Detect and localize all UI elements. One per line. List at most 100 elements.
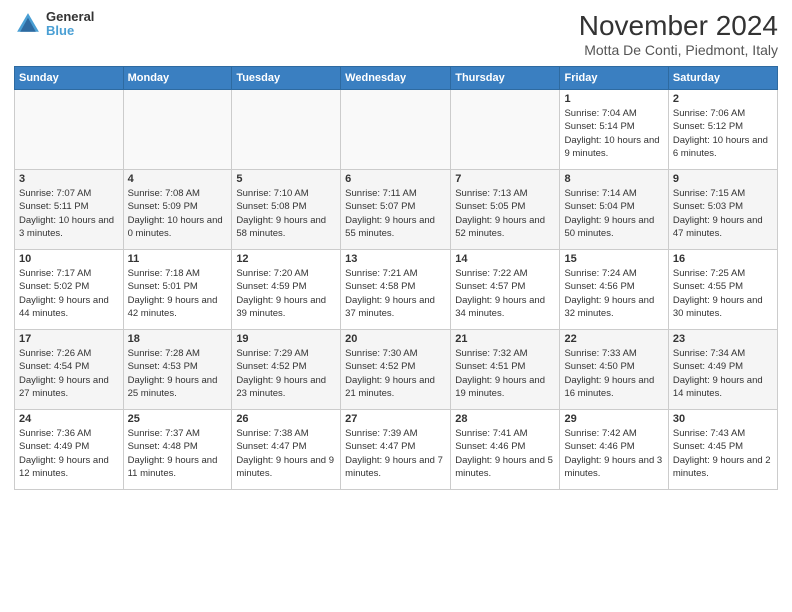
day-info: Sunrise: 7:26 AM Sunset: 4:54 PM Dayligh…: [19, 347, 119, 400]
day-info: Sunrise: 7:14 AM Sunset: 5:04 PM Dayligh…: [564, 187, 663, 240]
day-info: Sunrise: 7:38 AM Sunset: 4:47 PM Dayligh…: [236, 427, 336, 480]
day-number: 23: [673, 333, 773, 345]
calendar-day-cell: 3Sunrise: 7:07 AM Sunset: 5:11 PM Daylig…: [15, 170, 124, 250]
calendar-day-cell: 26 Sunrise: 7:38 AM Sunset: 4:47 PM Dayli…: [232, 410, 341, 490]
day-info: Sunrise: 7:32 AM Sunset: 4:51 PM Dayligh…: [455, 347, 555, 400]
day-info: Sunrise: 7:36 AM Sunset: 4:49 PM Dayligh…: [19, 427, 119, 480]
weekday-header: Saturday: [668, 67, 777, 90]
day-number: 16: [673, 253, 773, 265]
weekday-header: Friday: [560, 67, 668, 90]
day-info: Sunrise: 7:37 AM Sunset: 4:48 PM Dayligh…: [128, 427, 228, 480]
calendar-day-cell: 2 Sunrise: 7:06 AM Sunset: 5:12 PM Daylig…: [668, 90, 777, 170]
day-info: Sunrise: 7:20 AM Sunset: 4:59 PM Dayligh…: [236, 267, 336, 320]
day-number: 29: [564, 413, 663, 425]
day-number: 1: [564, 93, 663, 105]
title-block: November 2024 Motta De Conti, Piedmont, …: [579, 10, 778, 58]
calendar-header: SundayMondayTuesdayWednesdayThursdayFrid…: [15, 67, 778, 90]
calendar-day-cell: 8 Sunrise: 7:14 AM Sunset: 5:04 PM Daylig…: [560, 170, 668, 250]
calendar-day-cell: 22Sunrise: 7:33 AM Sunset: 4:50 PM Dayli…: [560, 330, 668, 410]
calendar-day-cell: 1Sunrise: 7:04 AM Sunset: 5:14 PM Daylig…: [560, 90, 668, 170]
day-number: 4: [128, 173, 228, 185]
day-info: Sunrise: 7:08 AM Sunset: 5:09 PM Dayligh…: [128, 187, 228, 240]
calendar-day-cell: [123, 90, 232, 170]
calendar-day-cell: 7 Sunrise: 7:13 AM Sunset: 5:05 PM Daylig…: [451, 170, 560, 250]
day-number: 14: [455, 253, 555, 265]
day-number: 22: [564, 333, 663, 345]
weekday-header: Sunday: [15, 67, 124, 90]
day-number: 3: [19, 173, 119, 185]
calendar-day-cell: 6Sunrise: 7:11 AM Sunset: 5:07 PM Daylig…: [341, 170, 451, 250]
calendar-day-cell: [451, 90, 560, 170]
day-number: 27: [345, 413, 446, 425]
day-info: Sunrise: 7:10 AM Sunset: 5:08 PM Dayligh…: [236, 187, 336, 240]
calendar-day-cell: 12Sunrise: 7:20 AM Sunset: 4:59 PM Dayli…: [232, 250, 341, 330]
calendar-day-cell: 11 Sunrise: 7:18 AM Sunset: 5:01 PM Dayli…: [123, 250, 232, 330]
calendar-week-row: 24 Sunrise: 7:36 AM Sunset: 4:49 PM Dayli…: [15, 410, 778, 490]
logo-line1: General: [46, 10, 94, 24]
calendar-table: SundayMondayTuesdayWednesdayThursdayFrid…: [14, 66, 778, 490]
day-info: Sunrise: 7:28 AM Sunset: 4:53 PM Dayligh…: [128, 347, 228, 400]
calendar-day-cell: [232, 90, 341, 170]
logo-line2: Blue: [46, 24, 94, 38]
day-info: Sunrise: 7:17 AM Sunset: 5:02 PM Dayligh…: [19, 267, 119, 320]
weekday-header: Monday: [123, 67, 232, 90]
day-number: 20: [345, 333, 446, 345]
calendar-week-row: 10Sunrise: 7:17 AM Sunset: 5:02 PM Dayli…: [15, 250, 778, 330]
calendar-day-cell: 21Sunrise: 7:32 AM Sunset: 4:51 PM Dayli…: [451, 330, 560, 410]
calendar-day-cell: 29 Sunrise: 7:42 AM Sunset: 4:46 PM Dayli…: [560, 410, 668, 490]
calendar-week-row: 3Sunrise: 7:07 AM Sunset: 5:11 PM Daylig…: [15, 170, 778, 250]
day-info: Sunrise: 7:25 AM Sunset: 4:55 PM Dayligh…: [673, 267, 773, 320]
calendar-day-cell: [341, 90, 451, 170]
page: General Blue November 2024 Motta De Cont…: [0, 0, 792, 612]
logo-text: General Blue: [46, 10, 94, 39]
day-number: 28: [455, 413, 555, 425]
calendar-day-cell: 30 Sunrise: 7:43 AM Sunset: 4:45 PM Dayli…: [668, 410, 777, 490]
calendar-day-cell: 25 Sunrise: 7:37 AM Sunset: 4:48 PM Dayli…: [123, 410, 232, 490]
day-number: 30: [673, 413, 773, 425]
day-info: Sunrise: 7:41 AM Sunset: 4:46 PM Dayligh…: [455, 427, 555, 480]
day-number: 8: [564, 173, 663, 185]
weekday-row: SundayMondayTuesdayWednesdayThursdayFrid…: [15, 67, 778, 90]
day-info: Sunrise: 7:21 AM Sunset: 4:58 PM Dayligh…: [345, 267, 446, 320]
day-info: Sunrise: 7:29 AM Sunset: 4:52 PM Dayligh…: [236, 347, 336, 400]
day-number: 18: [128, 333, 228, 345]
calendar-day-cell: [15, 90, 124, 170]
day-info: Sunrise: 7:06 AM Sunset: 5:12 PM Dayligh…: [673, 107, 773, 160]
calendar-title: November 2024: [579, 10, 778, 42]
calendar-day-cell: 16 Sunrise: 7:25 AM Sunset: 4:55 PM Dayli…: [668, 250, 777, 330]
day-number: 15: [564, 253, 663, 265]
calendar-day-cell: 28 Sunrise: 7:41 AM Sunset: 4:46 PM Dayli…: [451, 410, 560, 490]
day-number: 7: [455, 173, 555, 185]
day-info: Sunrise: 7:42 AM Sunset: 4:46 PM Dayligh…: [564, 427, 663, 480]
day-number: 13: [345, 253, 446, 265]
calendar-day-cell: 15 Sunrise: 7:24 AM Sunset: 4:56 PM Dayli…: [560, 250, 668, 330]
calendar-day-cell: 4 Sunrise: 7:08 AM Sunset: 5:09 PM Daylig…: [123, 170, 232, 250]
day-number: 5: [236, 173, 336, 185]
day-number: 26: [236, 413, 336, 425]
day-info: Sunrise: 7:13 AM Sunset: 5:05 PM Dayligh…: [455, 187, 555, 240]
calendar-week-row: 17Sunrise: 7:26 AM Sunset: 4:54 PM Dayli…: [15, 330, 778, 410]
day-number: 11: [128, 253, 228, 265]
calendar-day-cell: 19Sunrise: 7:29 AM Sunset: 4:52 PM Dayli…: [232, 330, 341, 410]
day-number: 24: [19, 413, 119, 425]
day-info: Sunrise: 7:15 AM Sunset: 5:03 PM Dayligh…: [673, 187, 773, 240]
weekday-header: Thursday: [451, 67, 560, 90]
day-info: Sunrise: 7:18 AM Sunset: 5:01 PM Dayligh…: [128, 267, 228, 320]
calendar-subtitle: Motta De Conti, Piedmont, Italy: [579, 42, 778, 58]
calendar-day-cell: 27 Sunrise: 7:39 AM Sunset: 4:47 PM Dayli…: [341, 410, 451, 490]
day-info: Sunrise: 7:39 AM Sunset: 4:47 PM Dayligh…: [345, 427, 446, 480]
weekday-header: Tuesday: [232, 67, 341, 90]
calendar-day-cell: 18 Sunrise: 7:28 AM Sunset: 4:53 PM Dayli…: [123, 330, 232, 410]
calendar-day-cell: 23Sunrise: 7:34 AM Sunset: 4:49 PM Dayli…: [668, 330, 777, 410]
logo-icon: [14, 10, 42, 38]
day-number: 25: [128, 413, 228, 425]
day-info: Sunrise: 7:43 AM Sunset: 4:45 PM Dayligh…: [673, 427, 773, 480]
calendar-day-cell: 9 Sunrise: 7:15 AM Sunset: 5:03 PM Daylig…: [668, 170, 777, 250]
calendar-body: 1Sunrise: 7:04 AM Sunset: 5:14 PM Daylig…: [15, 90, 778, 490]
day-number: 2: [673, 93, 773, 105]
calendar-day-cell: 13 Sunrise: 7:21 AM Sunset: 4:58 PM Dayli…: [341, 250, 451, 330]
day-number: 9: [673, 173, 773, 185]
day-info: Sunrise: 7:24 AM Sunset: 4:56 PM Dayligh…: [564, 267, 663, 320]
day-number: 6: [345, 173, 446, 185]
calendar-day-cell: 17Sunrise: 7:26 AM Sunset: 4:54 PM Dayli…: [15, 330, 124, 410]
